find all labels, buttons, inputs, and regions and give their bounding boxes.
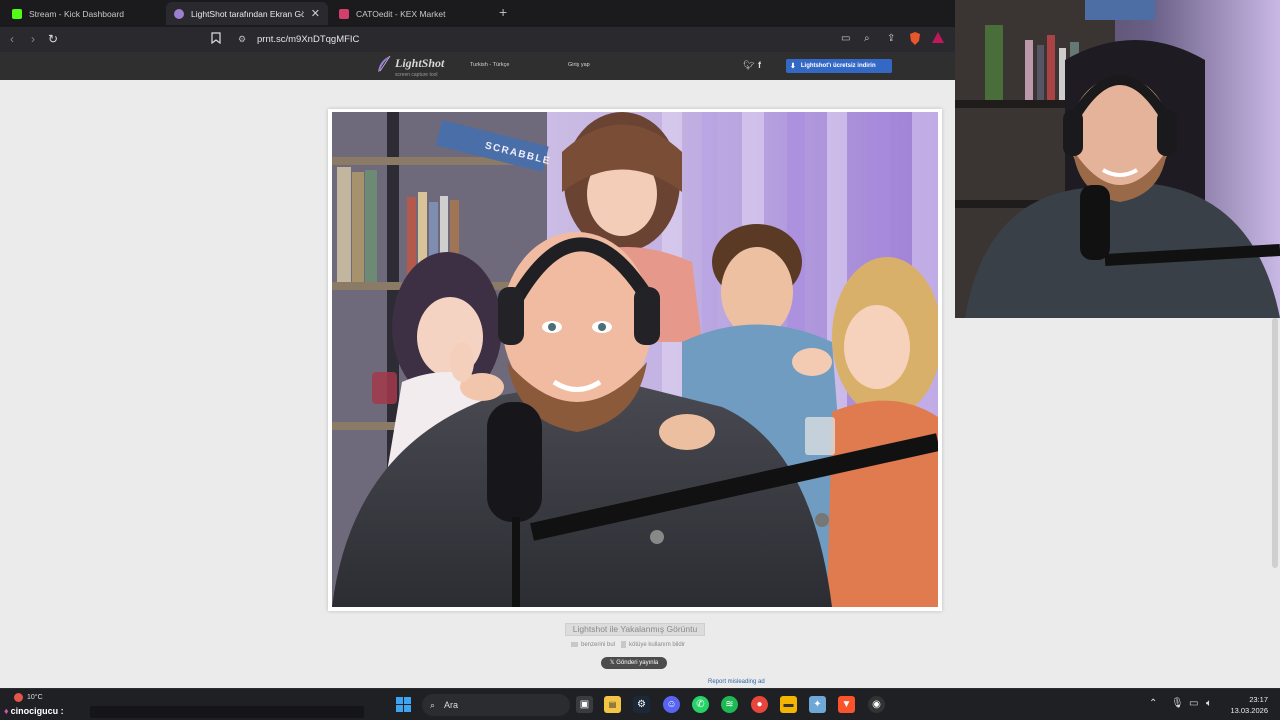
taskbar-clock[interactable]: 23:17 13.03.2026 [1222, 694, 1268, 716]
search-label: Ara [444, 700, 459, 710]
tab-lightshot[interactable]: LightShot tarafından Ekran Görü ✕ [166, 2, 328, 25]
share-icon[interactable]: ⇪ [887, 32, 895, 46]
file-manager-icon[interactable]: ▤ [604, 696, 621, 713]
screenshot-actions: benzerini bul kötüye kullanım bildir [571, 641, 685, 648]
anime-illustration: SCRABBLE [332, 112, 938, 607]
brave-shields-icon[interactable] [909, 32, 921, 48]
lightshot-logo[interactable]: LightShot screen capture tool [377, 56, 444, 78]
zoom-icon[interactable]: ⌕ [864, 32, 870, 46]
chat-overlay-user: ♦ cinocigucu : [4, 706, 64, 716]
obs-icon[interactable]: ◉ [868, 696, 885, 713]
windows-taskbar: 10°C ♦ cinocigucu : ⌕ Ara ▣ ▤ ⚙ ☺ ✆ ≋ ● … [0, 688, 1280, 720]
kick-icon [12, 8, 22, 19]
url-field[interactable]: prnt.sc/m9XnDTqgMFIC [257, 34, 359, 45]
tab-strip: Stream - Kick Dashboard LightShot tarafı… [0, 0, 955, 27]
forward-icon[interactable]: › [31, 32, 35, 46]
start-windows-icon[interactable] [395, 696, 412, 713]
folder-icon[interactable]: ▬ [780, 696, 797, 713]
bookmark-icon[interactable] [211, 32, 221, 47]
new-tab-button[interactable]: + [499, 4, 507, 20]
report-abuse-link[interactable]: kötüye kullanım bildir [621, 641, 685, 648]
back-icon[interactable]: ‹ [10, 32, 14, 46]
download-icon: ⬇ [790, 63, 796, 70]
lightshot-feather-icon [174, 8, 184, 19]
weather-icon [14, 693, 23, 702]
spotify-icon[interactable]: ≋ [721, 696, 738, 713]
clock-date: 13.03.2026 [1230, 706, 1268, 715]
taskbar-search[interactable]: ⌕ Ara [422, 694, 570, 716]
tray-chevron-icon[interactable]: ⌃ [1149, 698, 1157, 709]
display-icon[interactable]: ▭ [1189, 698, 1198, 709]
kex-market-icon [339, 8, 349, 19]
site-settings-icon[interactable]: ⚙ [238, 32, 246, 46]
flag-icon [621, 641, 627, 648]
tab-title: LightShot tarafından Ekran Görü [191, 8, 304, 19]
cast-icon[interactable]: ▭ [841, 32, 850, 46]
download-lightshot-button[interactable]: ⬇ Lightshot'ı ücretsiz indirin [786, 59, 892, 73]
report-ad-link[interactable]: Report misleading ad [708, 679, 765, 685]
discord-icon[interactable]: ☺ [663, 696, 680, 713]
lightshot-header: LightShot screen capture tool Turkish - … [0, 52, 955, 80]
logo-name: LightShot [395, 56, 445, 70]
chat-overlay-bar [90, 706, 364, 718]
brave-browser-icon[interactable]: ▼ [838, 696, 855, 713]
screenshot-frame: SCRABBLE [328, 109, 942, 611]
volume-icon[interactable]: 🔈︎ [1206, 698, 1212, 709]
tab-catoedit[interactable]: CATOedit - KEX Market [331, 2, 491, 25]
app-settings-icon[interactable]: ✦ [809, 696, 826, 713]
weather-widget[interactable]: 10°C [14, 693, 43, 702]
webcam-overlay [955, 0, 1280, 318]
reload-icon[interactable]: ↻ [48, 32, 58, 46]
tab-kick-dashboard[interactable]: Stream - Kick Dashboard [4, 2, 164, 25]
login-link[interactable]: Giriş yap [568, 62, 590, 68]
steam-icon[interactable]: ⚙ [633, 696, 650, 713]
microphone-icon[interactable]: 🎙︎ [1171, 698, 1184, 709]
find-similar-link[interactable]: benzerini bul [571, 641, 615, 648]
scrollbar-thumb[interactable] [1272, 318, 1278, 568]
share-label: Gönderi yayınla [616, 660, 659, 666]
browser-toolbar: ‹ › ↻ ⚙ prnt.sc/m9XnDTqgMFIC ▭ ⌕ ⇪ [0, 27, 955, 52]
streamer-webcam-feed [955, 0, 1280, 318]
task-view-icon[interactable]: ▣ [576, 696, 593, 713]
feather-logo-icon [378, 56, 391, 72]
whatsapp-icon[interactable]: ✆ [692, 696, 709, 713]
tab-title: CATOedit - KEX Market [356, 8, 446, 19]
close-tab-icon[interactable]: ✕ [311, 7, 320, 20]
tab-title: Stream - Kick Dashboard [29, 8, 124, 19]
chrome-icon[interactable]: ● [751, 696, 768, 713]
logo-tagline: screen capture tool [395, 72, 438, 78]
screenshot-caption: Lightshot ile Yakalanmış Görüntu [565, 623, 705, 636]
share-on-x-button[interactable]: 𝕏 Gönderi yayınla [601, 657, 667, 669]
search-icon: ⌕ [430, 699, 436, 710]
download-label: Lightshot'ı ücretsiz indirin [800, 63, 876, 69]
find-similar-label: benzerini bul [581, 641, 616, 648]
page-scrollbar[interactable] [1270, 318, 1280, 688]
twitter-icon[interactable]: 🐦︎ [743, 60, 754, 71]
image-icon [571, 642, 578, 647]
clock-time: 23:17 [1249, 695, 1268, 704]
screenshot-image[interactable]: SCRABBLE [332, 112, 938, 607]
report-abuse-label: kötüye kullanım bildir [629, 641, 686, 648]
chat-badge-icon: ♦ [4, 706, 9, 716]
language-selector[interactable]: Turkish - Türkçe [470, 62, 509, 68]
weather-temp: 10°C [27, 694, 43, 701]
facebook-icon[interactable]: f [758, 60, 761, 70]
chat-username: cinocigucu : [10, 706, 64, 716]
brave-rewards-icon[interactable] [932, 32, 944, 46]
